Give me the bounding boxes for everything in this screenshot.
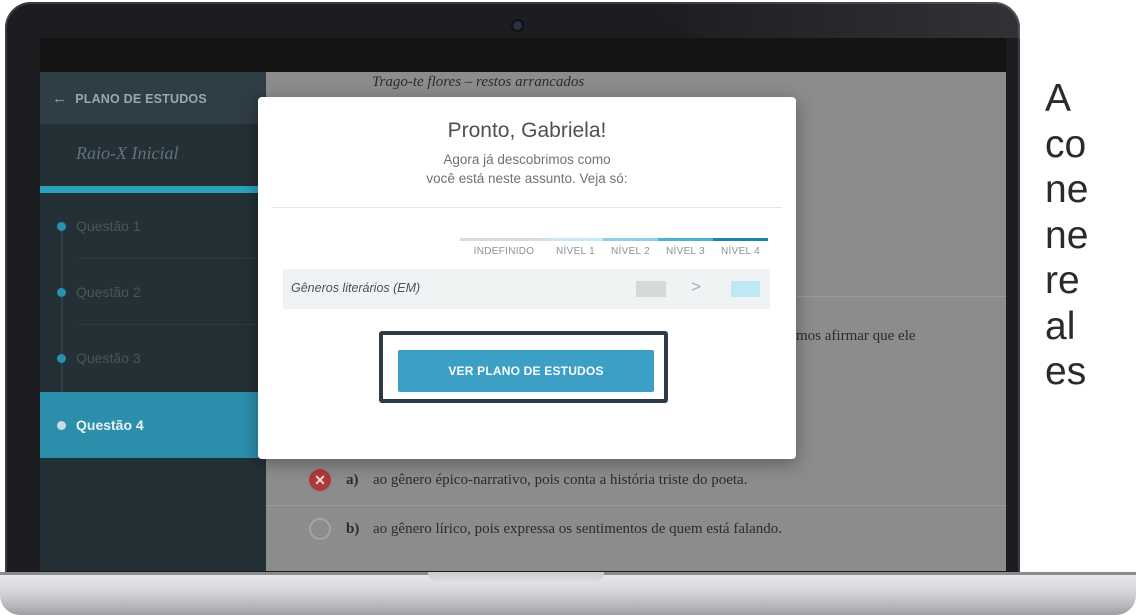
- caption-line: re: [1045, 259, 1080, 302]
- option-text: ao gênero épico-narrativo, pois conta a …: [373, 471, 748, 488]
- question-stem: mos afirmar que ele: [796, 328, 916, 344]
- level-1: NÍVEL 1: [548, 238, 603, 260]
- caption-line: ne: [1045, 213, 1089, 257]
- back-to-study-plan-link[interactable]: ← PLANO DE ESTUDOS: [52, 90, 207, 107]
- subtitle-line: você está neste assunto. Veja só:: [426, 171, 628, 186]
- sidebar-item-questao-1[interactable]: Questão 1: [40, 193, 266, 259]
- laptop-notch: [428, 572, 604, 584]
- level-bar: [460, 238, 548, 241]
- level-bar: [658, 238, 713, 241]
- laptop-screen: ← PLANO DE ESTUDOS Raio-X Inicial Questã…: [40, 38, 1006, 571]
- laptop-frame: ← PLANO DE ESTUDOS Raio-X Inicial Questã…: [5, 2, 1020, 576]
- option-letter: a): [346, 471, 359, 488]
- topic-row: Gêneros literários (EM) >: [283, 269, 770, 309]
- modal-subtitle: Agora já descobrimos como você está nest…: [258, 150, 796, 188]
- level-bar: [548, 238, 603, 241]
- level-label: NÍVEL 4: [721, 246, 760, 257]
- question-dot: [57, 287, 66, 297]
- radio-button[interactable]: [309, 518, 331, 540]
- question-label: Questão 3: [76, 350, 141, 366]
- level-4: NÍVEL 4: [713, 238, 768, 260]
- wrong-answer-icon: ✕: [309, 469, 331, 491]
- level-label: INDEFINIDO: [473, 246, 535, 257]
- option-a[interactable]: ✕ a) ao gênero épico-narrativo, pois con…: [266, 457, 1006, 503]
- sidebar: ← PLANO DE ESTUDOS Raio-X Inicial Questã…: [40, 72, 266, 571]
- caption-line: co: [1045, 122, 1087, 166]
- option-letter: b): [346, 520, 360, 537]
- caption-line: al: [1045, 304, 1076, 348]
- poem-line: Trago-te flores – restos arrancados: [372, 74, 585, 90]
- question-dot: [57, 420, 66, 430]
- progress-bar: [40, 186, 266, 193]
- back-label: PLANO DE ESTUDOS: [75, 91, 207, 106]
- arrow-left-icon: ←: [52, 90, 68, 107]
- sidebar-item-questao-2[interactable]: Questão 2: [40, 259, 266, 325]
- option-text: ao gênero lírico, pois expressa os senti…: [373, 520, 783, 537]
- sidebar-item-questao-3[interactable]: Questão 3: [40, 325, 266, 391]
- caption-line: A: [1045, 77, 1072, 120]
- modal-title: Pronto, Gabriela!: [447, 119, 607, 142]
- camera-icon: [513, 21, 522, 30]
- question-dot: [57, 353, 66, 363]
- level-indefinido: INDEFINIDO: [460, 238, 548, 260]
- question-dot: [57, 221, 66, 231]
- view-study-plan-button[interactable]: VER PLANO DE ESTUDOS: [398, 350, 654, 392]
- app-top-bar: [40, 38, 1006, 72]
- caption-line: ne: [1045, 168, 1089, 211]
- side-caption: A co ne ne re al es: [1045, 76, 1136, 395]
- result-modal: Pronto, Gabriela! Agora já descobrimos c…: [258, 97, 796, 459]
- question-label: Questão 1: [76, 218, 141, 234]
- level-label: NÍVEL 2: [611, 246, 650, 257]
- level-2: NÍVEL 2: [603, 238, 658, 260]
- question-label: Questão 2: [76, 284, 141, 300]
- caption-line: es: [1045, 350, 1087, 393]
- sidebar-header: ← PLANO DE ESTUDOS: [40, 72, 266, 124]
- subtitle-line: Agora já descobrimos como: [443, 152, 611, 167]
- sidebar-item-questao-4[interactable]: Questão 4: [40, 392, 266, 458]
- modal-divider: [272, 207, 782, 208]
- level-bar: [603, 238, 658, 241]
- chevron-right-icon: >: [691, 277, 701, 296]
- screen-glare: [645, 2, 1020, 38]
- level-legend: INDEFINIDO NÍVEL 1 NÍVEL 2 NÍVEL 3 NÍVEL…: [460, 238, 768, 260]
- level-3: NÍVEL 3: [658, 238, 713, 260]
- level-label: NÍVEL 3: [666, 246, 705, 257]
- level-label: NÍVEL 1: [556, 246, 595, 257]
- to-level-indicator: [731, 281, 760, 297]
- course-title: Raio-X Inicial: [76, 143, 179, 163]
- question-label: Questão 4: [76, 417, 144, 433]
- option-b[interactable]: b) ao gênero lírico, pois expressa os se…: [266, 505, 1006, 552]
- from-level-indicator: [636, 281, 666, 297]
- level-bar: [713, 238, 768, 241]
- topic-label: Gêneros literários (EM): [291, 281, 421, 295]
